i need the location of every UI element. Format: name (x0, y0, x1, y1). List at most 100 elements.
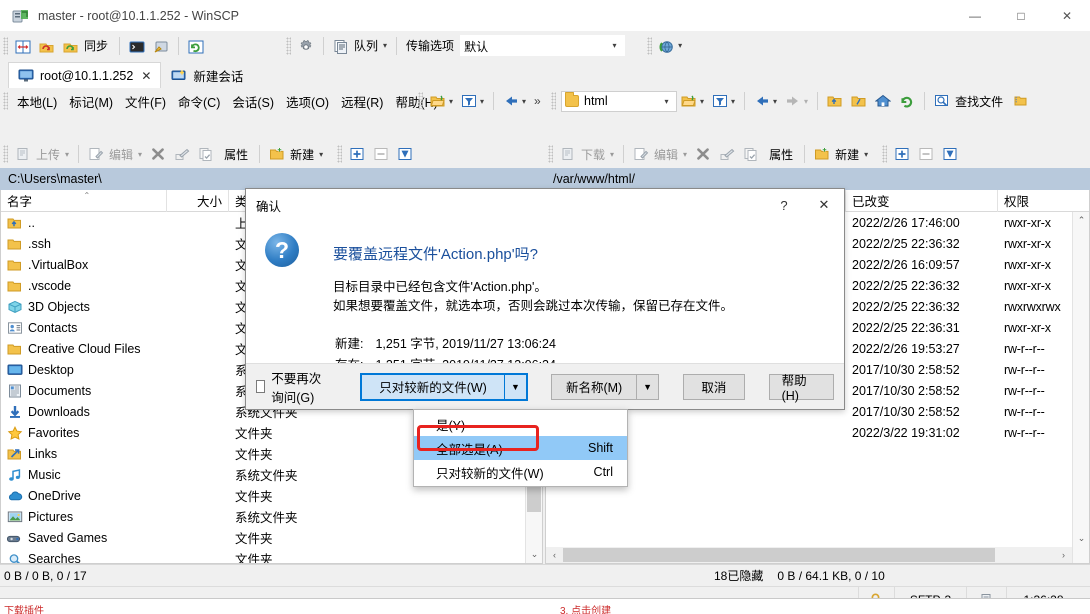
remote-back-button[interactable]: ▾ (750, 89, 781, 113)
download-button[interactable]: 下载 ▾ (556, 142, 618, 166)
remote-bookmark-button[interactable] (1009, 89, 1033, 113)
help-button[interactable]: 帮助(H) (768, 373, 834, 403)
minimize-button[interactable]: — (952, 0, 998, 31)
chevron-down-icon-upload[interactable]: ▾ (65, 150, 69, 159)
remote-edit-button[interactable]: 编辑 ▾ (629, 142, 691, 166)
newer-only-button[interactable]: 只对较新的文件(W) (361, 373, 504, 400)
remote-scroll-right-button[interactable]: › (1055, 550, 1072, 560)
remote-refresh-button[interactable] (895, 89, 919, 113)
remote-select-all-button[interactable] (890, 142, 914, 166)
remote-parent-dir-button[interactable] (823, 89, 847, 113)
local-select-all-button[interactable] (345, 142, 369, 166)
tab-close-icon[interactable]: ✕ (141, 69, 151, 83)
cancel-button[interactable]: 取消 (683, 373, 745, 400)
remote-nav-grip[interactable] (551, 92, 556, 110)
table-row[interactable]: Searches 文件夹 (1, 548, 542, 563)
chevron-down-icon-local-edit[interactable]: ▾ (138, 150, 142, 159)
remote-deselect-button[interactable] (914, 142, 938, 166)
remote-select-grip[interactable] (882, 145, 888, 163)
tab-session-root[interactable]: root@10.1.1.252 ✕ (8, 62, 162, 88)
table-row[interactable]: OneDrive 文件夹 (1, 485, 542, 506)
tab-new-session[interactable]: 新建会话 (161, 62, 254, 88)
local-col-size[interactable]: 大小 (167, 190, 229, 212)
putty-button[interactable] (149, 34, 173, 58)
local-back-button[interactable]: ▾ (499, 89, 530, 113)
refresh-session-button[interactable] (184, 34, 208, 58)
table-row[interactable]: Saved Games 文件夹 (1, 527, 542, 548)
open-terminal-button[interactable] (125, 34, 149, 58)
remote-col-changed[interactable]: 已改变 (846, 190, 998, 212)
local-col-name[interactable]: 名字 ⌃ (1, 190, 167, 212)
preferences-button[interactable] (294, 34, 318, 58)
chevron-down-icon-back[interactable]: ▾ (522, 97, 526, 106)
remote-hscroll-thumb[interactable] (563, 548, 995, 562)
chevron-down-icon[interactable]: ▾ (383, 41, 387, 50)
chevron-down-icon-download[interactable]: ▾ (610, 150, 614, 159)
local-path-bar[interactable]: C:\Users\master\ (0, 168, 545, 190)
dont-ask-again-checkbox[interactable]: 不要再次询问(G) (256, 368, 332, 406)
local-nav-grip[interactable] (418, 92, 423, 110)
chevron-down-icon-remote-forward[interactable]: ▾ (804, 97, 808, 106)
local-select-grip[interactable] (337, 145, 343, 163)
local-properties-button[interactable]: 属性 (218, 142, 254, 166)
remote-col-rights[interactable]: 权限 (998, 190, 1088, 212)
chevron-down-icon-remote-back[interactable]: ▾ (773, 97, 777, 106)
menu-item-yes-to-all[interactable]: 全部选是(A) Shift (414, 436, 627, 460)
remote-filter-button[interactable]: ▾ (708, 89, 739, 113)
menu-item-local[interactable]: 本地(L) (11, 89, 63, 114)
queue-button[interactable]: 队列 ▾ (329, 34, 391, 58)
menu-item-options[interactable]: 选项(O) (280, 89, 335, 114)
menu-item-remote[interactable]: 远程(R) (335, 89, 389, 114)
checkbox-box[interactable] (256, 380, 266, 393)
new-name-split-button[interactable]: 新名称(M) ▼ (551, 373, 660, 400)
toolbar-overflow-chevron[interactable]: » (534, 94, 541, 108)
remote-root-dir-button[interactable] (847, 89, 871, 113)
remote-invert-selection-button[interactable] (938, 142, 962, 166)
chevron-down-icon-local-new[interactable]: ▾ (319, 150, 323, 159)
local-rename-button[interactable] (170, 142, 194, 166)
remote-new-button[interactable]: 新建 ▾ (810, 142, 872, 166)
remote-scroll-down-button[interactable]: ⌄ (1073, 530, 1089, 547)
split-view-button[interactable] (11, 34, 35, 58)
remote-properties-button[interactable]: 属性 (763, 142, 799, 166)
toolbar-grip[interactable] (3, 36, 8, 55)
chevron-down-icon-local-open[interactable]: ▾ (449, 97, 453, 106)
chevron-down-icon-remote-new[interactable]: ▾ (864, 150, 868, 159)
newer-only-dropdown-arrow[interactable]: ▼ (504, 373, 527, 400)
table-row[interactable]: Pictures 系统文件夹 (1, 506, 542, 527)
chevron-down-icon-remote-filter[interactable]: ▾ (731, 97, 735, 106)
remote-vertical-scrollbar[interactable]: ⌃ ⌄ (1072, 212, 1089, 563)
local-scroll-down-button[interactable]: ⌄ (526, 546, 542, 563)
local-delete-button[interactable] (146, 142, 170, 166)
newer-only-split-button[interactable]: 只对较新的文件(W) ▼ (360, 372, 528, 401)
chevron-down-icon-remote-dir[interactable]: ▾ (659, 97, 674, 106)
upload-button[interactable]: 上传 ▾ (11, 142, 73, 166)
remote-home-dir-button[interactable] (871, 89, 895, 113)
menu-item-newer-only[interactable]: 只对较新的文件(W) Ctrl (414, 460, 627, 484)
new-name-dropdown-arrow[interactable]: ▼ (636, 373, 660, 400)
remote-open-dir-button[interactable]: ▾ (677, 89, 708, 113)
dialog-close-button[interactable]: ✕ (804, 189, 844, 221)
find-files-button[interactable]: 查找文件 (930, 89, 1009, 113)
chevron-down-icon-remote-edit[interactable]: ▾ (683, 150, 687, 159)
local-new-button[interactable]: 新建 ▾ (265, 142, 327, 166)
remote-path-bar[interactable]: /var/www/html/ (545, 168, 1090, 190)
globe-button[interactable]: ▾ (655, 34, 686, 58)
menu-item-session[interactable]: 会话(S) (226, 89, 280, 114)
toolbar-grip-2[interactable] (286, 36, 292, 55)
maximize-button[interactable]: □ (998, 0, 1044, 31)
local-open-dir-button[interactable]: ▾ (426, 89, 457, 113)
local-filter-button[interactable]: ▾ (457, 89, 488, 113)
menu-item-files[interactable]: 文件(F) (119, 89, 172, 114)
dialog-help-icon-button[interactable]: ? (764, 189, 804, 221)
menu-grip[interactable] (3, 92, 8, 110)
local-edit-button[interactable]: 编辑 ▾ (84, 142, 146, 166)
remote-rename-button[interactable] (715, 142, 739, 166)
remote-duplicate-button[interactable] (739, 142, 763, 166)
new-name-button[interactable]: 新名称(M) (551, 373, 637, 400)
close-button[interactable]: ✕ (1044, 0, 1090, 31)
remote-scroll-up-button[interactable]: ⌃ (1073, 212, 1089, 229)
synchronize-button[interactable]: 同步 (59, 34, 114, 58)
remote-scroll-left-button[interactable]: ‹ (546, 550, 563, 560)
menu-item-commands[interactable]: 命令(C) (172, 89, 226, 114)
